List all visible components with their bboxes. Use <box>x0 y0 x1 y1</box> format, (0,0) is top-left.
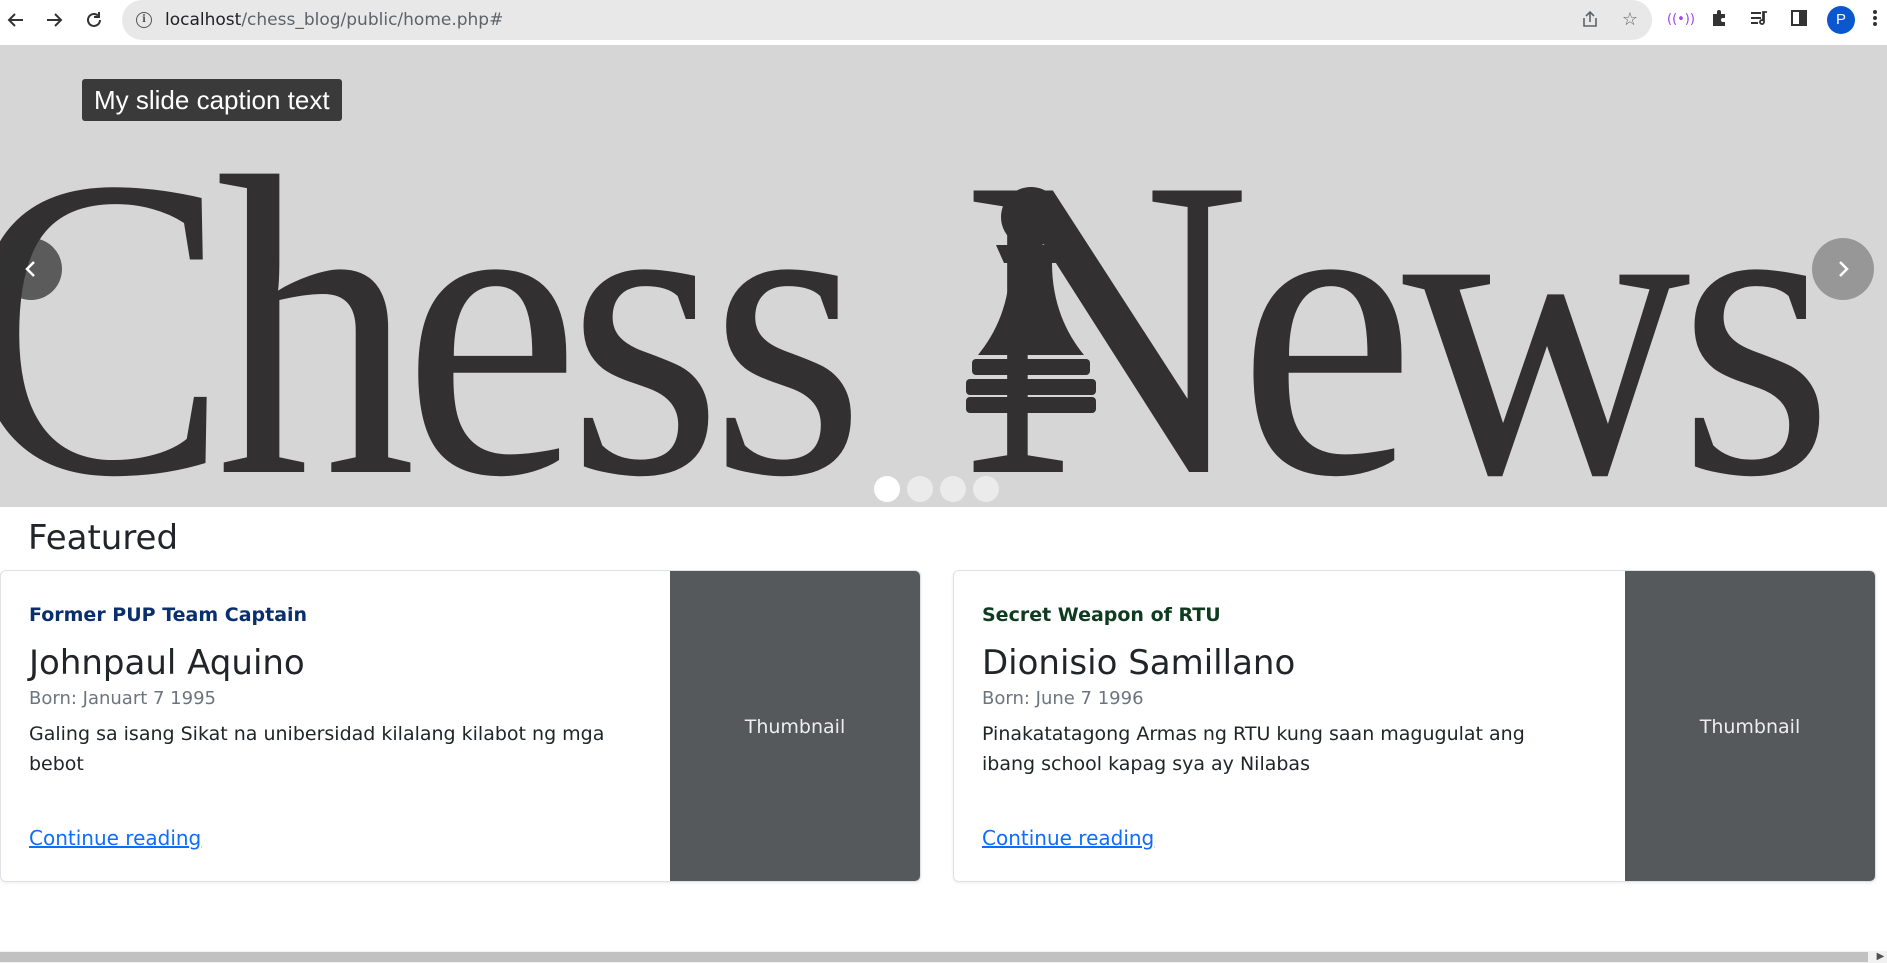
carousel-next-button[interactable] <box>1812 238 1874 300</box>
card-born-date: Born: June 7 1996 <box>982 688 1144 709</box>
card-description: Galing sa isang Sikat na unibersidad kil… <box>29 723 605 775</box>
carousel-prev-button[interactable] <box>0 238 62 300</box>
featured-card: Former PUP Team Captain Johnpaul Aquino … <box>0 570 921 882</box>
featured-heading: Featured <box>28 518 179 558</box>
carousel-indicator-4[interactable] <box>973 476 999 502</box>
thumbnail-label: Thumbnail <box>744 716 846 738</box>
continue-reading-link[interactable]: Continue reading <box>982 826 1154 850</box>
back-arrow-icon[interactable] <box>2 6 30 34</box>
slide-caption: My slide caption text <box>82 79 342 121</box>
chevron-left-icon <box>25 261 35 277</box>
reading-list-icon[interactable] <box>1747 8 1771 32</box>
address-bar[interactable]: i localhost/chess_blog/public/home.php# … <box>122 0 1652 40</box>
reload-icon[interactable] <box>80 6 108 34</box>
profile-avatar[interactable]: P <box>1827 6 1855 34</box>
forward-arrow-icon[interactable] <box>40 6 68 34</box>
card-title: Johnpaul Aquino <box>29 643 305 683</box>
card-description: Pinakatatagong Armas ng RTU kung saan ma… <box>982 723 1525 775</box>
chevron-right-icon <box>1839 261 1849 277</box>
hero-carousel: Chess News My slide caption text <box>0 45 1887 507</box>
scrollbar-thumb[interactable] <box>0 952 1868 962</box>
card-kicker: Secret Weapon of RTU <box>982 604 1221 626</box>
featured-card: Secret Weapon of RTU Dionisio Samillano … <box>953 570 1876 882</box>
card-thumbnail: Thumbnail <box>1625 571 1875 881</box>
carousel-indicator-3[interactable] <box>940 476 966 502</box>
side-panel-icon[interactable] <box>1787 8 1811 32</box>
info-icon[interactable]: i <box>136 12 152 28</box>
url-text[interactable]: localhost/chess_blog/public/home.php# <box>165 10 503 30</box>
logo-word-chess: Chess <box>0 90 865 507</box>
continue-reading-link[interactable]: Continue reading <box>29 826 201 850</box>
more-menu-icon[interactable] <box>1866 8 1884 32</box>
chess-news-logo: Chess News <box>0 113 1834 507</box>
star-icon[interactable]: ☆ <box>1619 9 1641 31</box>
card-title: Dionisio Samillano <box>982 643 1296 683</box>
carousel-indicators <box>874 476 999 502</box>
card-thumbnail: Thumbnail <box>670 571 920 881</box>
carousel-indicator-1[interactable] <box>874 476 900 502</box>
horizontal-scrollbar[interactable]: ▶ <box>0 951 1887 963</box>
card-born-date: Born: Januart 7 1995 <box>29 688 216 709</box>
thumbnail-label: Thumbnail <box>1699 716 1801 738</box>
pawn-icon <box>966 187 1096 413</box>
scroll-right-arrow-icon[interactable]: ▶ <box>1874 951 1887 963</box>
browser-toolbar: i localhost/chess_blog/public/home.php# … <box>0 0 1887 40</box>
share-icon[interactable] <box>1579 9 1601 31</box>
carousel-indicator-2[interactable] <box>907 476 933 502</box>
extensions-icon[interactable] <box>1707 8 1731 32</box>
card-kicker: Former PUP Team Captain <box>29 604 308 626</box>
cast-icon[interactable]: ((•)) <box>1667 8 1695 32</box>
